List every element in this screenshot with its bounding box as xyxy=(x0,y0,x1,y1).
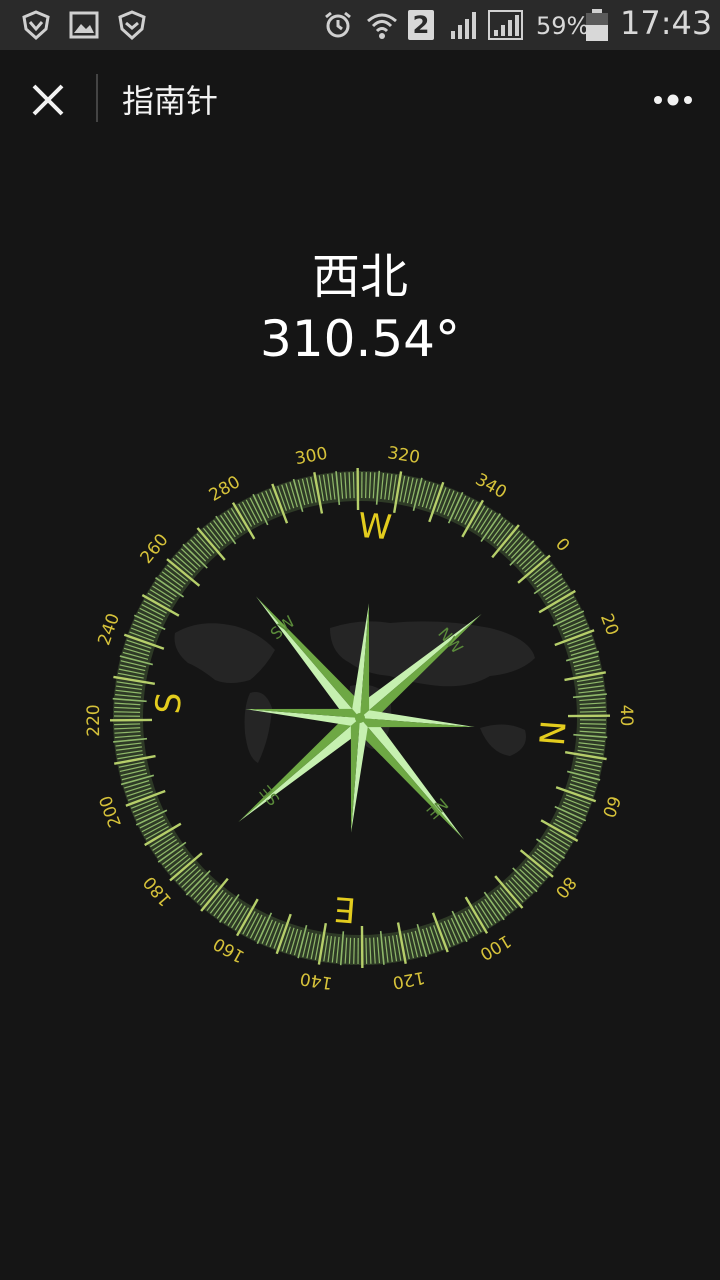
dial-label: 180 xyxy=(140,872,176,910)
signal-icon xyxy=(451,12,476,39)
dial-label: 200 xyxy=(96,793,126,830)
dial-label: 320 xyxy=(386,443,421,468)
battery-icon xyxy=(586,9,608,41)
compass-dial: 0 20 40 60 80 100 120 140 160 180 200 220 240 260 280 3… xyxy=(84,443,636,993)
rose-point xyxy=(358,718,464,840)
dial-label: 240 xyxy=(94,611,124,648)
cardinal-label: W xyxy=(357,506,394,548)
sim-badge: 2 xyxy=(408,10,434,40)
dial-label: 160 xyxy=(210,933,248,966)
dial-label: 20 xyxy=(596,611,622,638)
dial-label: 260 xyxy=(137,530,173,568)
shield-check-icon xyxy=(118,10,146,41)
dial-label: 300 xyxy=(294,444,330,470)
direction-label: 西北 xyxy=(311,249,408,305)
cardinal-label: E xyxy=(333,888,358,930)
rose-point xyxy=(360,718,464,840)
degree-label: 310.54° xyxy=(260,310,460,368)
page-title: 指南针 xyxy=(122,82,219,120)
clock: 17:43 xyxy=(620,4,713,42)
dial-label: 220 xyxy=(84,704,104,737)
status-bar: 2 59% 17:43 xyxy=(0,0,720,50)
title-bar: 指南针 xyxy=(0,50,720,148)
cardinal-label: S xyxy=(148,691,190,716)
dial-label: 60 xyxy=(598,793,624,820)
signal-icon xyxy=(488,10,523,40)
shield-icon xyxy=(22,10,50,41)
battery-percent: 59% xyxy=(536,12,590,40)
wifi-icon xyxy=(367,13,397,39)
dial-label: 0 xyxy=(551,534,573,555)
dial-label: 340 xyxy=(472,470,510,503)
gallery-icon xyxy=(69,11,99,39)
alarm-icon xyxy=(325,11,351,38)
dial-label: 140 xyxy=(299,968,334,993)
dial-rotor: 0 20 40 60 80 100 120 140 160 180 200 220 240 260 280 3… xyxy=(84,443,636,993)
dial-label: 280 xyxy=(206,472,244,506)
heading-readout: 西北 310.54° xyxy=(0,245,720,369)
dial-label: 120 xyxy=(391,967,427,993)
divider xyxy=(96,74,98,122)
cardinal-label: N xyxy=(530,719,572,747)
more-dots-icon[interactable] xyxy=(646,80,702,120)
dial-label: 80 xyxy=(551,872,580,901)
dial-label: 100 xyxy=(476,930,514,964)
close-icon[interactable] xyxy=(26,78,70,122)
dial-label: 40 xyxy=(616,705,636,727)
rose-point xyxy=(350,718,360,833)
